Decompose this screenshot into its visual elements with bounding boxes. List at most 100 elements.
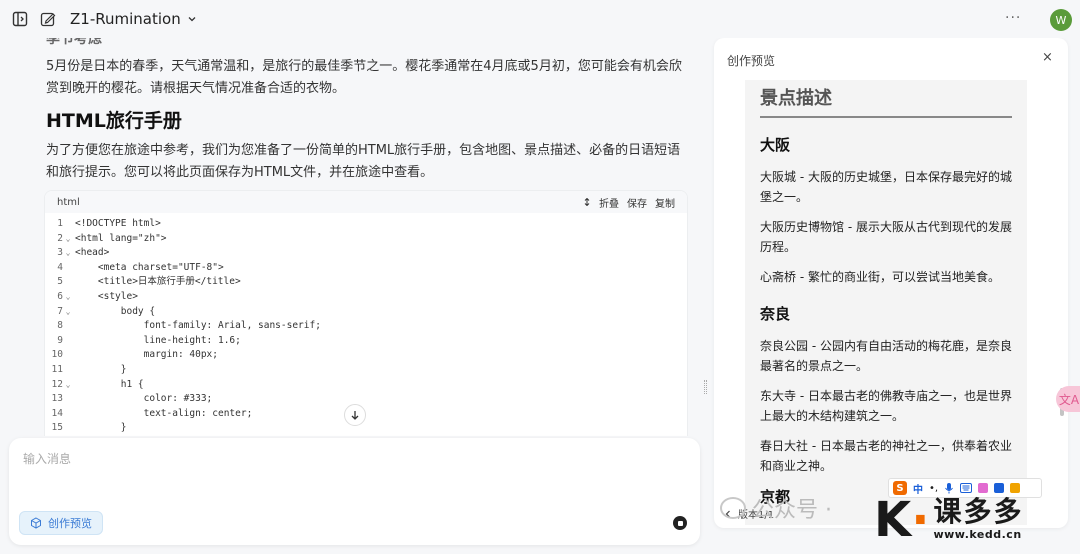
arrow-down-icon — [351, 411, 359, 420]
doc-section-title: 奈良 — [760, 305, 791, 323]
panel-resize-handle[interactable] — [704, 380, 707, 394]
microphone-icon[interactable] — [944, 482, 954, 494]
message-input-placeholder[interactable]: 输入消息 — [23, 450, 71, 467]
code-text: margin: 40px; — [75, 349, 218, 361]
avatar[interactable]: W — [1050, 9, 1072, 31]
doc-attraction-item: 奈良公园 - 公园内有自由活动的梅花鹿，是奈良最著名的景点之一。 — [760, 339, 1012, 373]
emoji-icon[interactable] — [1010, 483, 1021, 493]
close-icon[interactable]: × — [1042, 50, 1053, 65]
more-options-button[interactable]: ··· — [1005, 10, 1021, 26]
message-paragraph: 为了方便您在旅途中参考，我们为您准备了一份简单的HTML旅行手册，包含地图、景点… — [46, 143, 681, 180]
line-number: 11 — [51, 363, 63, 375]
toolbox-icon[interactable] — [994, 483, 1005, 493]
kedd-watermark: K· 课多多 www.kedd.cn — [874, 492, 1024, 548]
line-number: 5 — [57, 276, 63, 288]
line-number: 1 — [57, 218, 63, 229]
code-text: font-family: Arial, sans-serif; — [75, 320, 321, 332]
code-line: 12 ⌄ h1 { — [45, 378, 687, 393]
chevron-down-icon[interactable] — [187, 14, 197, 24]
fold-gutter — [63, 348, 73, 363]
code-text: <meta charset="UTF-8"> — [75, 261, 224, 273]
code-text: body { — [75, 305, 156, 317]
code-text: } — [75, 363, 127, 375]
code-line: 5 <title>日本旅行手册</title> — [45, 275, 687, 290]
doc-attraction-item: 大阪城 - 大阪的历史城堡，日本保存最完好的城堡之一。 — [760, 170, 1012, 204]
copy-button[interactable]: 复制 — [655, 195, 675, 210]
ime-punctuation-toggle[interactable]: •, — [929, 483, 938, 494]
chat-area: 季节考虑 5月份是日本的春季，天气通常温和，是旅行的最佳季节之一。樱花季通常在4… — [0, 26, 700, 436]
fold-gutter — [63, 363, 73, 378]
code-line: 2 ⌄ <html lang="zh"> — [45, 232, 687, 247]
message-input-box[interactable]: 输入消息 创作预览 — [9, 438, 700, 545]
line-number: 4 — [57, 261, 63, 273]
kedd-watermark-url: www.kedd.cn — [933, 528, 1022, 541]
code-text: text-align: center; — [75, 407, 253, 419]
line-number: 2 — [57, 232, 63, 244]
message-heading: HTML旅行手册 — [46, 110, 182, 132]
fold-chevron-icon[interactable]: ⌄ — [63, 290, 73, 305]
save-button[interactable]: 保存 — [627, 195, 647, 210]
stop-generating-button[interactable] — [673, 516, 687, 530]
code-line: 3 ⌄ <head> — [45, 246, 687, 261]
scroll-to-bottom-button[interactable] — [344, 404, 366, 426]
fold-gutter — [63, 334, 73, 349]
fold-chevron-icon[interactable]: ⌄ — [63, 246, 73, 261]
code-text: } — [75, 422, 127, 434]
wechat-logo-icon — [720, 497, 746, 519]
code-text: line-height: 1.6; — [75, 334, 241, 346]
line-number: 3 — [57, 247, 63, 259]
panel-title: 创作预览 — [727, 54, 776, 68]
fold-button[interactable]: 折叠 — [599, 195, 619, 210]
sidebar-toggle-icon[interactable] — [10, 9, 30, 29]
fold-chevron-icon[interactable]: ⌄ — [63, 305, 73, 320]
keyboard-icon[interactable] — [960, 483, 973, 493]
fold-gutter — [63, 319, 73, 334]
fold-gutter — [63, 407, 73, 422]
conversation-title[interactable]: Z1-Rumination — [70, 10, 181, 28]
code-text: h1 { — [75, 378, 144, 390]
creation-preview-toggle[interactable]: 创作预览 — [19, 511, 103, 535]
line-number: 8 — [57, 320, 63, 332]
preview-document-content: 景点描述 大阪 大阪城 - 大阪的历史城堡，日本保存最完好的城堡之一。 大阪历史博物… — [760, 80, 1012, 507]
message-paragraph: 5月份是日本的春季，天气通常温和，是旅行的最佳季节之一。樱花季通常在4月底或5月… — [46, 59, 682, 96]
doc-attraction-item: 心斋桥 - 繁忙的商业街，可以尝试当地美食。 — [760, 270, 1000, 284]
line-number: 7 — [57, 305, 63, 317]
fold-gutter — [63, 217, 73, 232]
stop-icon — [677, 520, 683, 526]
doc-attraction-item: 东大寺 - 日本最古老的佛教寺庙之一，也是世界上最大的木结构建筑之一。 — [760, 389, 1012, 423]
doc-attraction-item: 大阪历史博物馆 - 展示大阪从古代到现代的发展历程。 — [760, 220, 1012, 254]
fold-gutter — [63, 261, 73, 276]
code-line: 6 ⌄ <style> — [45, 290, 687, 305]
skin-icon[interactable] — [978, 483, 989, 493]
code-block-header: html 折叠 保存 复制 — [45, 191, 687, 213]
fold-chevron-icon[interactable]: ⌄ — [63, 232, 73, 247]
code-line: 13 color: #333; — [45, 392, 687, 407]
code-lines: 1 <!DOCTYPE html> 2 ⌄ <html lang="zh"> 3 ⌄ <hea… — [45, 213, 687, 436]
line-number: 12 — [51, 378, 63, 390]
fold-gutter — [63, 275, 73, 290]
code-line: 1 <!DOCTYPE html> — [45, 217, 687, 232]
kedd-watermark-name: 课多多 — [933, 495, 1024, 528]
translate-float-button[interactable]: 文A — [1056, 386, 1080, 412]
doc-attraction-item: 春日大社 - 日本最古老的神社之一，供奉着农业和商业之神。 — [760, 439, 1012, 473]
line-number: 15 — [51, 422, 63, 434]
code-line: 8 font-family: Arial, sans-serif; — [45, 319, 687, 334]
code-text: <title>日本旅行手册</title> — [75, 276, 241, 288]
code-line: 7 ⌄ body { — [45, 305, 687, 320]
wechat-watermark-text: 公众号 · — [752, 498, 832, 523]
wechat-watermark: 公众号 · — [720, 492, 832, 524]
code-text: <head> — [75, 247, 110, 259]
line-number: 14 — [51, 407, 63, 419]
new-chat-edit-icon[interactable] — [38, 9, 58, 29]
code-line: 15 } — [45, 421, 687, 436]
code-text: <!DOCTYPE html> — [75, 218, 161, 229]
kedd-logo-icon: K· — [874, 492, 930, 548]
creation-preview-label: 创作预览 — [48, 517, 92, 530]
code-line: 10 margin: 40px; — [45, 348, 687, 363]
preview-document[interactable]: 景点描述 大阪 大阪城 - 大阪的历史城堡，日本保存最完好的城堡之一。 大阪历史博物… — [745, 80, 1027, 525]
code-language-label: html — [57, 196, 80, 208]
fold-chevron-icon[interactable]: ⌄ — [63, 378, 73, 393]
code-text: <html lang="zh"> — [75, 232, 167, 244]
code-line: 9 line-height: 1.6; — [45, 334, 687, 349]
cube-icon — [31, 517, 41, 529]
